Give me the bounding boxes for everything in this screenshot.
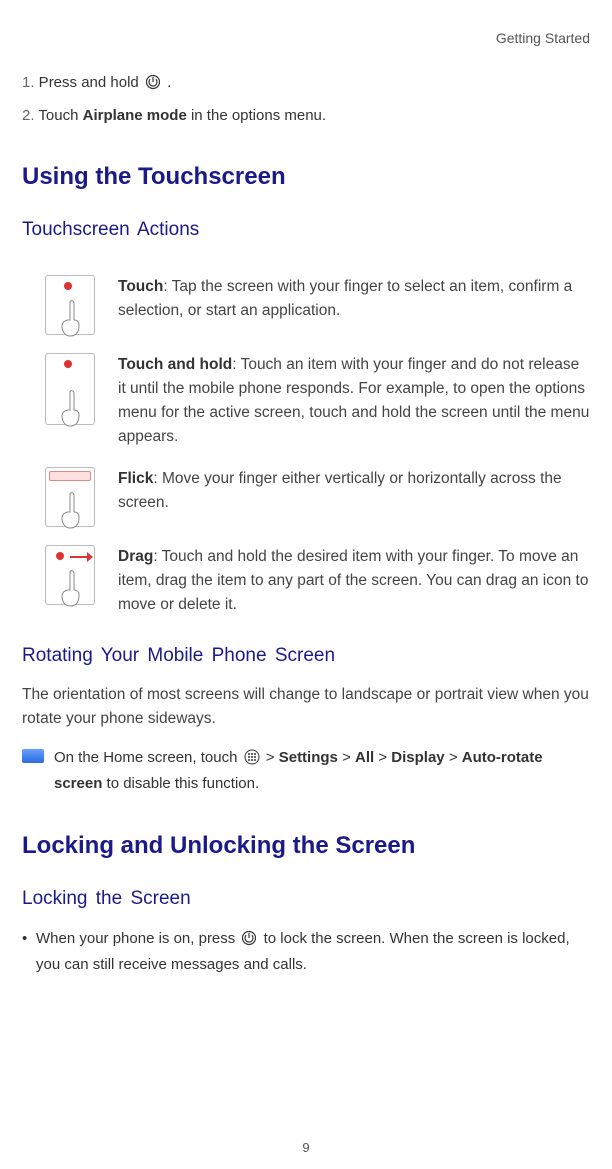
- page-number: 9: [0, 1140, 612, 1155]
- drag-body: : Touch and hold the desired item with y…: [118, 548, 588, 613]
- step-2-number: 2.: [22, 107, 35, 124]
- tip-sep3: >: [374, 749, 391, 766]
- step-1-text-b: .: [163, 74, 171, 91]
- tip-sep2: >: [338, 749, 355, 766]
- action-drag: Drag: Touch and hold the desired item wi…: [22, 545, 590, 617]
- power-button-icon-2: [241, 929, 257, 945]
- step-1-text-a: Press and hold: [35, 74, 143, 91]
- heading-locking-unlocking: Locking and Unlocking the Screen: [22, 832, 590, 860]
- step-1: 1. Press and hold .: [22, 72, 590, 95]
- subheading-touchscreen-actions: Touchscreen Actions: [22, 219, 590, 241]
- touch-hold-description: Touch and hold: Touch an item with your …: [118, 353, 590, 449]
- flick-term: Flick: [118, 470, 153, 487]
- heading-using-touchscreen: Using the Touchscreen: [22, 163, 590, 191]
- tip-a: On the Home screen, touch: [54, 749, 242, 766]
- tip-sep1: >: [266, 749, 279, 766]
- lock-a: When your phone is on, press: [36, 930, 239, 947]
- touch-hold-term: Touch and hold: [118, 356, 232, 373]
- page-header-section: Getting Started: [22, 30, 590, 46]
- apps-grid-icon: [244, 748, 260, 764]
- action-touch-hold: Touch and hold: Touch an item with your …: [22, 353, 590, 449]
- lock-bullet-text: When your phone is on, press to lock the…: [36, 926, 590, 977]
- subheading-rotating-screen: Rotating Your Mobile Phone Screen: [22, 645, 590, 667]
- touch-description: Touch: Tap the screen with your finger t…: [118, 275, 590, 323]
- bullet-dot: •: [22, 926, 36, 977]
- tip-disable-rotate: On the Home screen, touch > Settings > A…: [22, 745, 590, 796]
- step-2-text-a: Touch: [35, 107, 83, 124]
- lock-bullet: • When your phone is on, press to lock t…: [22, 926, 590, 977]
- step-2-bold: Airplane mode: [83, 107, 187, 124]
- action-flick: Flick: Move your finger either verticall…: [22, 467, 590, 527]
- flick-body: : Move your finger either vertically or …: [118, 470, 562, 511]
- touch-hold-gesture-icon: [22, 353, 118, 425]
- step-2-text-b: in the options menu.: [187, 107, 326, 124]
- flick-gesture-icon: [22, 467, 118, 527]
- tip-note-icon: [22, 749, 44, 763]
- tip-settings: Settings: [279, 749, 338, 766]
- tip-d: to disable this function.: [102, 775, 259, 792]
- rotate-paragraph: The orientation of most screens will cha…: [22, 683, 590, 731]
- touch-gesture-icon: [22, 275, 118, 335]
- subheading-locking-screen: Locking the Screen: [22, 888, 590, 910]
- action-touch: Touch: Tap the screen with your finger t…: [22, 275, 590, 335]
- step-1-number: 1.: [22, 74, 35, 91]
- step-2: 2. Touch Airplane mode in the options me…: [22, 105, 590, 128]
- drag-description: Drag: Touch and hold the desired item wi…: [118, 545, 590, 617]
- tip-text: On the Home screen, touch > Settings > A…: [54, 745, 590, 796]
- power-button-icon: [145, 74, 161, 90]
- flick-description: Flick: Move your finger either verticall…: [118, 467, 590, 515]
- drag-term: Drag: [118, 548, 153, 565]
- touch-body: : Tap the screen with your finger to sel…: [118, 278, 572, 319]
- drag-gesture-icon: [22, 545, 118, 605]
- tip-sep4: >: [445, 749, 462, 766]
- tip-all: All: [355, 749, 374, 766]
- touch-term: Touch: [118, 278, 163, 295]
- tip-display: Display: [391, 749, 444, 766]
